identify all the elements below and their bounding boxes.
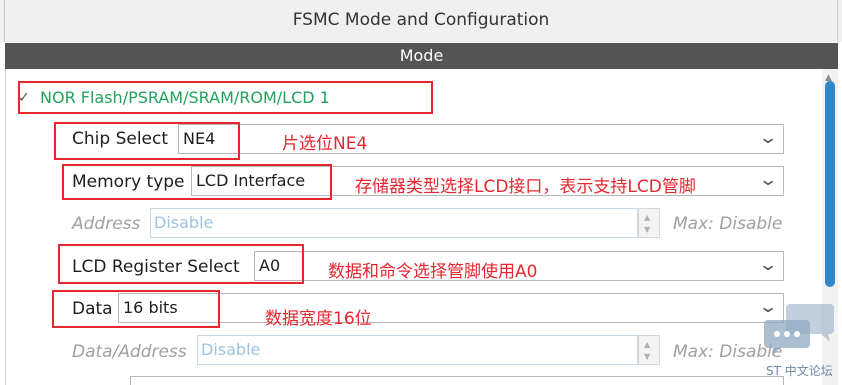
- annotation-box-tree: [18, 81, 433, 114]
- next-field-dropdown[interactable]: [130, 376, 784, 385]
- address-spinner[interactable]: ▲ ▼: [638, 208, 660, 238]
- annotation-box-memory-type: [62, 164, 332, 200]
- spin-down-icon[interactable]: ▼: [644, 352, 650, 361]
- chat-bubbles-icon: [764, 304, 834, 356]
- data-address-spinner[interactable]: ▲ ▼: [638, 335, 660, 365]
- annotation-lcd-register: 数据和命令选择管脚使用A0: [328, 262, 538, 282]
- annotation-box-data: [52, 290, 220, 328]
- annotation-memory-type: 存储器类型选择LCD接口，表示支持LCD管脚: [355, 177, 696, 197]
- annotation-box-chip-select: [54, 122, 240, 160]
- address-value: Disable: [154, 213, 214, 232]
- annotation-box-lcd-register: [58, 244, 304, 284]
- chevron-down-icon: ⌄: [757, 170, 778, 190]
- chevron-down-icon: ⌄: [757, 255, 778, 275]
- mode-header: Mode: [5, 43, 838, 69]
- data-address-value: Disable: [201, 340, 261, 359]
- annotation-data: 数据宽度16位: [265, 309, 372, 329]
- annotation-chip-select: 片选位NE4: [282, 134, 368, 154]
- address-label: Address: [72, 214, 141, 234]
- chip-select-dropdown[interactable]: NE4 ⌄: [178, 124, 784, 154]
- address-max-label: Max: Disable: [673, 214, 783, 234]
- chevron-down-icon: ⌄: [757, 128, 778, 148]
- address-input[interactable]: Disable: [150, 208, 638, 238]
- data-address-input[interactable]: Disable: [197, 335, 638, 365]
- spin-up-icon[interactable]: ▲: [644, 213, 650, 222]
- scroll-thumb[interactable]: [825, 81, 835, 287]
- window-title: FSMC Mode and Configuration: [0, 0, 842, 42]
- watermark-text: ST 中文论坛: [766, 364, 833, 378]
- spin-down-icon[interactable]: ▼: [644, 225, 650, 234]
- spin-up-icon[interactable]: ▲: [644, 340, 650, 349]
- data-address-label: Data/Address: [72, 342, 187, 362]
